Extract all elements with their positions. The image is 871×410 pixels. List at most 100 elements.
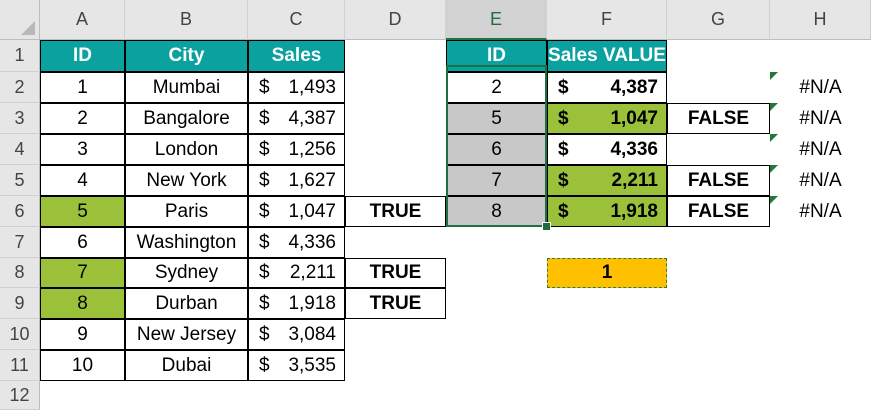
currency-symbol: $: [558, 107, 569, 129]
amount: 1,627: [288, 169, 336, 191]
cell-g3[interactable]: FALSE: [667, 103, 770, 134]
currency-symbol: $: [259, 323, 270, 345]
cell-a3[interactable]: 2: [40, 103, 125, 134]
amount: 3,535: [288, 354, 336, 376]
header-sales[interactable]: Sales: [248, 40, 345, 72]
cell-a6[interactable]: 5: [40, 196, 125, 227]
cell-c5[interactable]: $1,627: [248, 165, 345, 196]
cell-c9[interactable]: $1,918: [248, 288, 345, 319]
amount: 4,387: [610, 76, 658, 98]
cell-b10[interactable]: New Jersey: [125, 319, 248, 350]
cell-b2[interactable]: Mumbai: [125, 72, 248, 103]
cell-a2[interactable]: 1: [40, 72, 125, 103]
column-header-d[interactable]: D: [345, 0, 446, 40]
cell-a9[interactable]: 8: [40, 288, 125, 319]
currency-symbol: $: [259, 76, 270, 98]
column-header-c[interactable]: C: [248, 0, 345, 40]
cell-g5[interactable]: FALSE: [667, 165, 770, 196]
cell-c6[interactable]: $1,047: [248, 196, 345, 227]
cell-h5[interactable]: #N/A: [770, 165, 871, 196]
cell-b9[interactable]: Durban: [125, 288, 248, 319]
currency-symbol: $: [558, 200, 569, 222]
column-header-h[interactable]: H: [770, 0, 871, 40]
cell-f4[interactable]: $4,336: [547, 134, 667, 165]
amount: 2,211: [611, 169, 659, 191]
row-header-9[interactable]: 9: [0, 288, 40, 319]
currency-symbol: $: [259, 138, 270, 160]
spreadsheet-grid[interactable]: ABCDEFGH 1 2 3 4 5 6 7 8 9 10 11 12 ID City Sales 1 Mum…: [0, 0, 871, 410]
cell-a11[interactable]: 10: [40, 350, 125, 381]
cell-h6[interactable]: #N/A: [770, 196, 871, 227]
row-header-6[interactable]: 6: [0, 196, 40, 227]
currency-symbol: $: [558, 138, 569, 160]
cell-h2[interactable]: #N/A: [770, 72, 871, 103]
row-header-2[interactable]: 2: [0, 72, 40, 103]
cell-a10[interactable]: 9: [40, 319, 125, 350]
cell-f2[interactable]: $4,387: [547, 72, 667, 103]
cell-a7[interactable]: 6: [40, 227, 125, 258]
row-header-11[interactable]: 11: [0, 350, 40, 381]
row-header-12[interactable]: 12: [0, 381, 40, 410]
currency-symbol: $: [259, 262, 270, 283]
header-sales-value[interactable]: Sales VALUE: [547, 40, 667, 72]
cell-c3[interactable]: $4,387: [248, 103, 345, 134]
cell-b3[interactable]: Bangalore: [125, 103, 248, 134]
row-header-8[interactable]: 8: [0, 258, 40, 288]
cell-h4[interactable]: #N/A: [770, 134, 871, 165]
cell-b5[interactable]: New York: [125, 165, 248, 196]
cell-f5[interactable]: $2,211: [547, 165, 667, 196]
currency-symbol: $: [259, 292, 270, 314]
cell-b6[interactable]: Paris: [125, 196, 248, 227]
cell-d9[interactable]: TRUE: [345, 288, 446, 319]
cell-d8[interactable]: TRUE: [345, 258, 446, 288]
currency-symbol: $: [558, 169, 569, 191]
cell-e4[interactable]: 6: [446, 134, 547, 165]
cell-b4[interactable]: London: [125, 134, 248, 165]
header-city[interactable]: City: [125, 40, 248, 72]
column-header-f[interactable]: F: [547, 0, 667, 40]
row-header-10[interactable]: 10: [0, 319, 40, 350]
column-header-g[interactable]: G: [667, 0, 770, 40]
amount: 4,336: [610, 138, 658, 160]
cell-c11[interactable]: $3,535: [248, 350, 345, 381]
amount: 3,084: [288, 323, 336, 345]
column-header-e[interactable]: E: [446, 0, 547, 40]
amount: 4,336: [288, 231, 336, 253]
cell-d6[interactable]: TRUE: [345, 196, 446, 227]
row-header-5[interactable]: 5: [0, 165, 40, 196]
cell-e2[interactable]: 2: [446, 72, 547, 103]
currency-symbol: $: [259, 354, 270, 376]
cell-c4[interactable]: $1,256: [248, 134, 345, 165]
header-id-2[interactable]: ID: [446, 40, 547, 72]
currency-symbol: $: [259, 231, 270, 253]
row-header-7[interactable]: 7: [0, 227, 40, 258]
row-header-4[interactable]: 4: [0, 134, 40, 165]
cell-e3[interactable]: 5: [446, 103, 547, 134]
cell-a5[interactable]: 4: [40, 165, 125, 196]
header-id[interactable]: ID: [40, 40, 125, 72]
row-header-1[interactable]: 1: [0, 40, 40, 72]
amount: 1,256: [288, 138, 336, 160]
column-header-a[interactable]: A: [40, 0, 125, 40]
cell-c7[interactable]: $4,336: [248, 227, 345, 258]
cell-c8[interactable]: $2,211: [248, 258, 345, 288]
cell-e5[interactable]: 7: [446, 165, 547, 196]
cell-a8[interactable]: 7: [40, 258, 125, 288]
column-header-b[interactable]: B: [125, 0, 248, 40]
cell-b7[interactable]: Washington: [125, 227, 248, 258]
select-all-button[interactable]: [0, 0, 40, 40]
cell-c2[interactable]: $1,493: [248, 72, 345, 103]
cell-a4[interactable]: 3: [40, 134, 125, 165]
cell-f6[interactable]: $1,918: [547, 196, 667, 227]
cell-g6[interactable]: FALSE: [667, 196, 770, 227]
cell-h3[interactable]: #N/A: [770, 103, 871, 134]
result-cell-f8[interactable]: 1: [547, 258, 667, 288]
cell-f3[interactable]: $1,047: [547, 103, 667, 134]
cell-e6[interactable]: 8: [446, 196, 547, 227]
currency-symbol: $: [558, 76, 569, 98]
cell-b11[interactable]: Dubai: [125, 350, 248, 381]
cell-c10[interactable]: $3,084: [248, 319, 345, 350]
row-header-3[interactable]: 3: [0, 103, 40, 134]
cell-b8[interactable]: Sydney: [125, 258, 248, 288]
fill-handle[interactable]: [542, 222, 551, 231]
